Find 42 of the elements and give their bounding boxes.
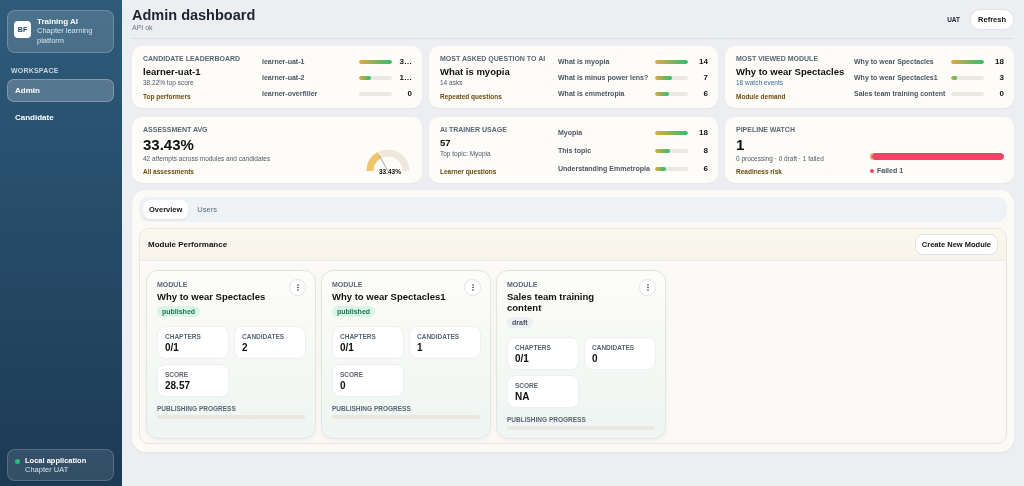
card-title: learner-uat-1: [143, 66, 202, 77]
stat-value: 0/1: [340, 342, 355, 353]
page-title: Admin dashboard: [132, 7, 257, 23]
more-icon: [471, 284, 474, 291]
stat-value: NA: [515, 391, 531, 402]
bar-value: 18: [698, 128, 708, 137]
bar-value: 0: [406, 89, 412, 98]
card-title: 33.43%: [143, 136, 195, 153]
bar-value: 14: [698, 57, 708, 66]
stat-value: 0: [340, 380, 347, 391]
bar-value: 18: [994, 57, 1004, 66]
bar-value: 3: [998, 73, 1004, 82]
stat-value: 1: [417, 342, 424, 353]
stat-value: 0/1: [515, 353, 530, 364]
stat-value: 0/1: [165, 342, 180, 353]
more-icon: [296, 284, 299, 291]
card-title: Why to wear Spectacles: [736, 66, 846, 77]
bar-value: 1…: [398, 73, 412, 82]
bar-value: 7: [702, 73, 708, 82]
bar-value: 8: [702, 146, 708, 155]
module-title: Sales team training content: [507, 291, 596, 313]
card-title: What is myopia: [440, 66, 511, 77]
sidebar-item[interactable]: Candidate: [7, 106, 114, 129]
bar-value: 6: [702, 164, 708, 173]
module-title: Why to wear Spectacles: [157, 291, 267, 302]
stat-value: 0: [592, 353, 599, 364]
gauge-drawing: [366, 149, 410, 173]
more-button[interactable]: [464, 279, 481, 296]
module-title: Why to wear Spectacles1: [332, 291, 447, 302]
more-icon: [646, 284, 649, 291]
card-title: 1: [736, 136, 746, 153]
bar-value: 6: [702, 89, 708, 98]
stat-value: 28.57: [165, 380, 192, 391]
brand-title: Training AI: [37, 17, 80, 26]
card-title: 57: [440, 137, 452, 148]
bar-value: 0: [998, 89, 1004, 98]
bar-value: 3…: [398, 57, 412, 66]
more-button[interactable]: [289, 279, 306, 296]
stat-value: 2: [242, 342, 249, 353]
more-button[interactable]: [639, 279, 656, 296]
section-title: Module Performance: [148, 240, 229, 249]
sidebar-item[interactable]: Admin: [7, 79, 114, 102]
